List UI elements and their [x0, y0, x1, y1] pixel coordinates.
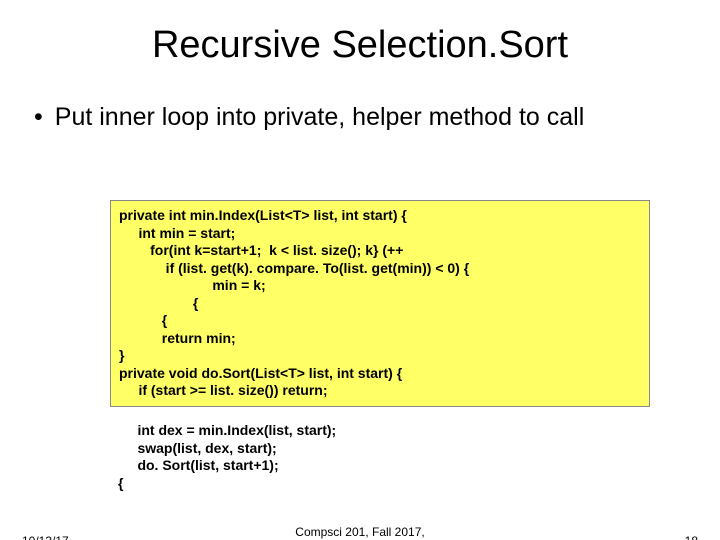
code-line: if (start >= list. size()) return;	[119, 382, 641, 400]
code-line: for(int k=start+1; k < list. size(); k} …	[119, 242, 641, 260]
code-line: {	[119, 312, 641, 330]
code-line: }	[119, 347, 641, 365]
code-line: min = k;	[119, 277, 641, 295]
code-line: do. Sort(list, start+1);	[118, 457, 642, 475]
slide-title: Recursive Selection.Sort	[0, 24, 720, 67]
code-line: if (list. get(k). compare. To(list. get(…	[119, 260, 641, 278]
footer-center-line1: Compsci 201, Fall 2017,	[295, 525, 424, 539]
code-line: {	[118, 475, 642, 493]
code-line: private void do.Sort(List<T> list, int s…	[119, 365, 641, 383]
code-line: swap(list, dex, start);	[118, 440, 642, 458]
code-line: {	[119, 295, 641, 313]
footer-center: Compsci 201, Fall 2017, Recursion+Sortin…	[0, 525, 720, 540]
code-line: int dex = min.Index(list, start);	[118, 422, 642, 440]
code-line: int min = start;	[119, 225, 641, 243]
slide-bullet: Put inner loop into private, helper meth…	[34, 103, 720, 132]
code-line: return min;	[119, 330, 641, 348]
footer-page-number: 18	[685, 534, 698, 540]
code-box: private int min.Index(List<T> list, int …	[110, 200, 650, 407]
code-below: int dex = min.Index(list, start); swap(l…	[110, 422, 650, 492]
code-line: private int min.Index(List<T> list, int …	[119, 207, 641, 225]
